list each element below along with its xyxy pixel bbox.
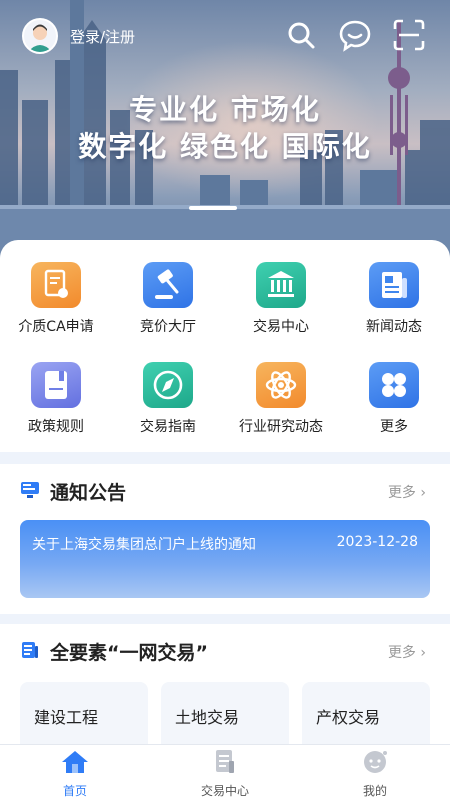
tile-label: 建设工程 bbox=[34, 708, 99, 727]
newspaper-icon bbox=[369, 262, 419, 308]
menu-item-label: 新闻动态 bbox=[366, 319, 422, 335]
notice-item-date: 2023-12-28 bbox=[336, 534, 418, 550]
menu-item-more[interactable]: 更多 bbox=[338, 362, 450, 436]
tile-construction[interactable]: 建设工程 bbox=[20, 682, 148, 752]
bottom-tab-bar: 首页 交易中心 我的 bbox=[0, 744, 450, 800]
top-bar: 登录/注册 bbox=[0, 14, 450, 54]
menu-item-industry-research[interactable]: 行业研究动态 bbox=[225, 362, 337, 436]
trading-center-icon bbox=[256, 262, 306, 308]
tile-label: 土地交易 bbox=[175, 708, 240, 727]
document-icon bbox=[216, 750, 234, 773]
menu-item-label: 交易指南 bbox=[140, 419, 196, 435]
tab-label: 首页 bbox=[62, 784, 87, 798]
all-elements-header: 全要素“一网交易” 更多 › bbox=[20, 638, 430, 664]
quick-menu-card: 介质CA申请 竞价大厅 交易中心 新闻动态 政策规则 交易指南 行业研究动态 更… bbox=[0, 240, 450, 452]
all-elements-more-link[interactable]: 更多 › bbox=[388, 642, 426, 662]
home-icon bbox=[62, 751, 88, 773]
menu-item-trading-center[interactable]: 交易中心 bbox=[225, 262, 337, 336]
tile-label: 产权交易 bbox=[316, 708, 381, 727]
policy-book-icon bbox=[31, 362, 81, 408]
message-icon[interactable] bbox=[338, 18, 372, 52]
notice-title: 通知公告 bbox=[50, 482, 127, 504]
menu-item-label: 竞价大厅 bbox=[140, 319, 196, 335]
scan-icon[interactable] bbox=[392, 18, 426, 52]
research-atom-icon bbox=[256, 362, 306, 408]
more-label: 更多 bbox=[387, 645, 416, 661]
menu-item-label: 行业研究动态 bbox=[239, 419, 323, 435]
notice-section: 通知公告 更多 › 关于上海交易集团总门户上线的通知 2023-12-28 bbox=[0, 464, 450, 614]
tab-label: 我的 bbox=[362, 784, 387, 798]
menu-item-label: 政策规则 bbox=[28, 419, 84, 435]
carousel-indicator[interactable] bbox=[189, 206, 237, 210]
tab-trading-center[interactable]: 交易中心 bbox=[150, 749, 300, 799]
all-elements-section: 全要素“一网交易” 更多 › 建设工程 土地交易 产权交易 bbox=[0, 624, 450, 752]
list-document-icon bbox=[22, 642, 38, 658]
tile-property-rights[interactable]: 产权交易 bbox=[302, 682, 430, 752]
auction-gavel-icon bbox=[143, 262, 193, 308]
search-icon[interactable] bbox=[284, 18, 318, 52]
menu-item-bidding-hall[interactable]: 竞价大厅 bbox=[112, 262, 224, 336]
notice-item[interactable]: 关于上海交易集团总门户上线的通知 2023-12-28 bbox=[20, 520, 430, 598]
profile-face-icon bbox=[364, 751, 387, 773]
slogan-line-1: 专业化 市场化 bbox=[129, 93, 321, 126]
notice-item-text: 关于上海交易集团总门户上线的通知 bbox=[32, 537, 256, 553]
ca-certificate-icon bbox=[31, 262, 81, 308]
trade-type-tiles: 建设工程 土地交易 产权交易 bbox=[20, 682, 430, 752]
notice-more-link[interactable]: 更多 › bbox=[388, 482, 426, 502]
menu-item-trading-guide[interactable]: 交易指南 bbox=[112, 362, 224, 436]
menu-item-policy-rules[interactable]: 政策规则 bbox=[0, 362, 112, 436]
menu-item-label: 介质CA申请 bbox=[18, 319, 94, 335]
menu-item-label: 交易中心 bbox=[253, 319, 309, 335]
more-label: 更多 bbox=[387, 485, 416, 501]
tab-home[interactable]: 首页 bbox=[0, 749, 150, 799]
login-register-link[interactable]: 登录/注册 bbox=[70, 26, 135, 47]
compass-icon bbox=[143, 362, 193, 408]
slogan-line-2: 数字化 绿色化 国际化 bbox=[78, 130, 372, 163]
chevron-right-icon: › bbox=[420, 485, 426, 501]
menu-item-ca-apply[interactable]: 介质CA申请 bbox=[0, 262, 112, 336]
menu-item-news[interactable]: 新闻动态 bbox=[338, 262, 450, 336]
monitor-icon bbox=[21, 482, 39, 498]
avatar-icon bbox=[28, 24, 52, 52]
hero-banner[interactable]: 登录/注册 专业化 市场化 数字化 绿色化 国际化 bbox=[0, 0, 450, 262]
notice-header: 通知公告 更多 › bbox=[20, 478, 430, 504]
all-elements-title: 全要素“一网交易” bbox=[50, 642, 208, 664]
tile-land-trading[interactable]: 土地交易 bbox=[161, 682, 289, 752]
tab-label: 交易中心 bbox=[200, 784, 249, 798]
chevron-right-icon: › bbox=[420, 645, 426, 661]
menu-item-label: 更多 bbox=[380, 419, 408, 435]
more-grid-icon bbox=[369, 362, 419, 408]
tab-profile[interactable]: 我的 bbox=[300, 749, 450, 799]
user-avatar[interactable] bbox=[22, 18, 58, 54]
